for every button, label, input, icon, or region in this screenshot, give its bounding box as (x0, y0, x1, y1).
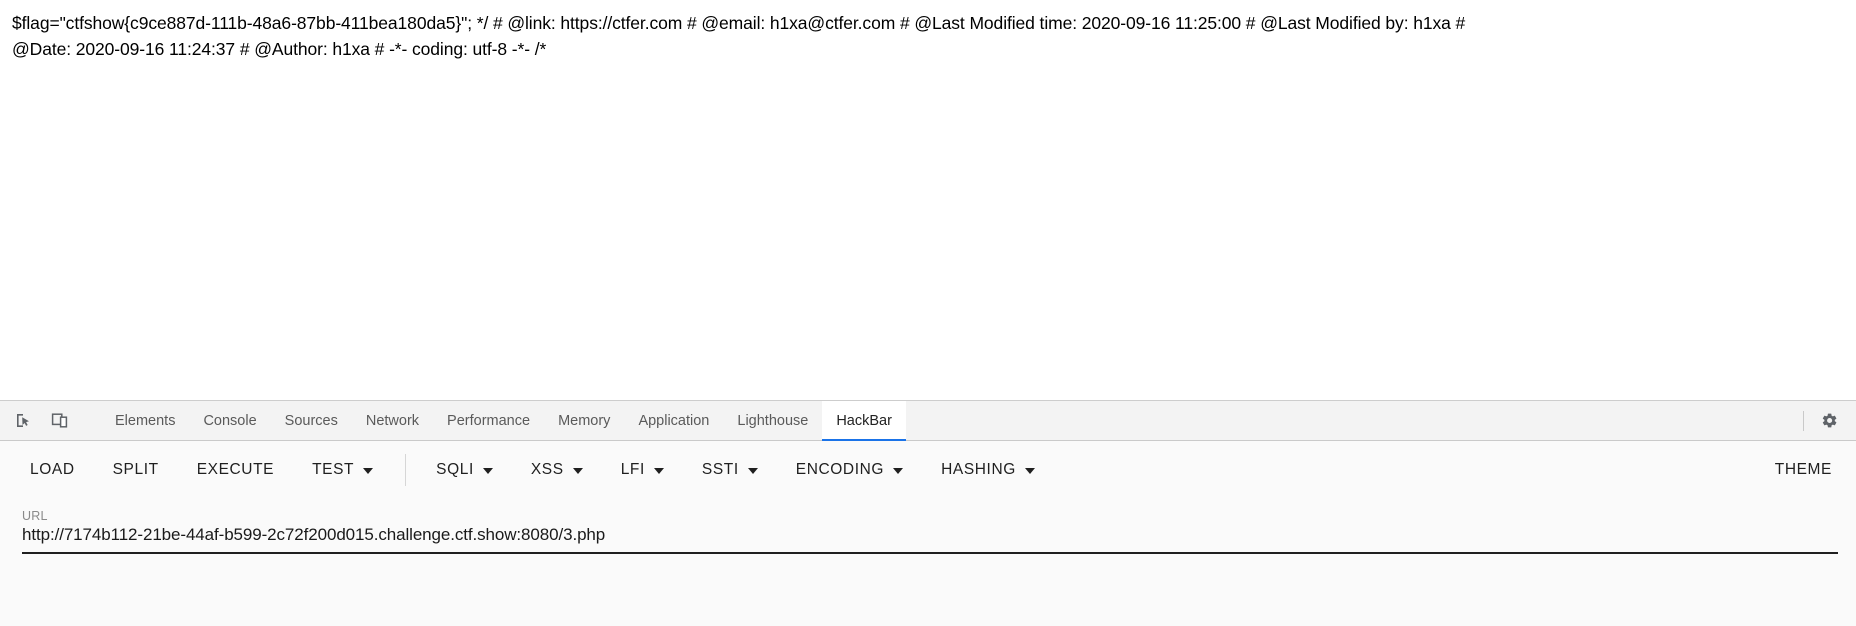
devtools-panel: Elements Console Sources Network Perform… (0, 400, 1856, 626)
button-label: LOAD (30, 461, 75, 478)
toolbar-divider-right (1803, 410, 1804, 431)
devtools-tool-icons (0, 401, 101, 440)
hackbar-load-button[interactable]: LOAD (30, 453, 75, 487)
button-label: HASHING (941, 461, 1016, 478)
chevron-down-icon (482, 468, 493, 474)
tab-lighthouse[interactable]: Lighthouse (723, 401, 822, 440)
hackbar-test-dropdown[interactable]: TEST (312, 453, 374, 487)
devtools-tabstrip-right (1803, 401, 1856, 440)
tab-console[interactable]: Console (189, 401, 270, 440)
chevron-down-icon (572, 468, 583, 474)
tab-label: Memory (558, 412, 611, 429)
button-label: SSTI (701, 461, 739, 478)
hackbar-execute-button[interactable]: EXECUTE (197, 453, 274, 487)
tab-label: Console (203, 412, 257, 429)
hackbar-body: URL (0, 499, 1856, 626)
devtools-tabs: Elements Console Sources Network Perform… (101, 401, 1803, 441)
hackbar-split-button[interactable]: SPLIT (113, 453, 159, 487)
tab-label: Performance (447, 412, 531, 429)
hackbar-xss-dropdown[interactable]: XSS (531, 453, 583, 487)
tab-sources[interactable]: Sources (271, 401, 352, 440)
hackbar-panel: LOAD SPLIT EXECUTE TEST SQLI XSS LFI SST… (0, 441, 1856, 626)
button-label: SPLIT (112, 461, 159, 478)
hackbar-toolbar: LOAD SPLIT EXECUTE TEST SQLI XSS LFI SST… (0, 441, 1856, 499)
tab-performance[interactable]: Performance (433, 401, 544, 440)
tab-network[interactable]: Network (352, 401, 433, 440)
inspect-element-icon[interactable] (10, 408, 36, 434)
button-label: TEST (312, 461, 355, 478)
hackbar-toolbar-divider (405, 454, 407, 486)
tab-label: Lighthouse (737, 412, 809, 429)
tab-memory[interactable]: Memory (544, 401, 624, 440)
hackbar-theme-button[interactable]: THEME (1775, 453, 1832, 487)
chevron-down-icon (893, 468, 904, 474)
button-label: LFI (620, 461, 645, 478)
button-label: ENCODING (795, 461, 885, 478)
hackbar-encoding-dropdown[interactable]: ENCODING (795, 453, 904, 487)
url-field-group: URL (22, 509, 1838, 554)
tab-label: Sources (284, 412, 338, 429)
button-label: XSS (530, 461, 564, 478)
devtools-tab-strip: Elements Console Sources Network Perform… (0, 401, 1856, 441)
chevron-down-icon (653, 468, 664, 474)
button-label: SQLI (436, 461, 474, 478)
tab-label: Elements (115, 412, 176, 429)
hackbar-hashing-dropdown[interactable]: HASHING (941, 453, 1035, 487)
tab-elements[interactable]: Elements (101, 401, 189, 440)
button-label: EXECUTE (196, 461, 275, 478)
url-input[interactable] (22, 525, 1838, 554)
chevron-down-icon (1024, 468, 1035, 474)
tab-label: HackBar (836, 412, 892, 429)
page-flag-text-line-2: @Date: 2020-09-16 11:24:37 # @Author: h1… (12, 39, 547, 59)
device-toolbar-icon[interactable] (46, 408, 72, 434)
hackbar-lfi-dropdown[interactable]: LFI (621, 453, 664, 487)
tab-application[interactable]: Application (624, 401, 723, 440)
hackbar-ssti-dropdown[interactable]: SSTI (702, 453, 758, 487)
chevron-down-icon (747, 468, 758, 474)
gear-icon[interactable] (1816, 408, 1842, 434)
chevron-down-icon (363, 468, 374, 474)
tab-hackbar[interactable]: HackBar (822, 401, 906, 441)
page-flag-text-line-1: $flag="ctfshow{c9ce887d-111b-48a6-87bb-4… (12, 13, 1466, 33)
browser-page-content: $flag="ctfshow{c9ce887d-111b-48a6-87bb-4… (0, 0, 1856, 400)
tab-label: Network (365, 412, 420, 429)
tab-label: Application (638, 412, 710, 429)
url-field-label: URL (22, 509, 48, 523)
hackbar-sqli-dropdown[interactable]: SQLI (436, 453, 493, 487)
